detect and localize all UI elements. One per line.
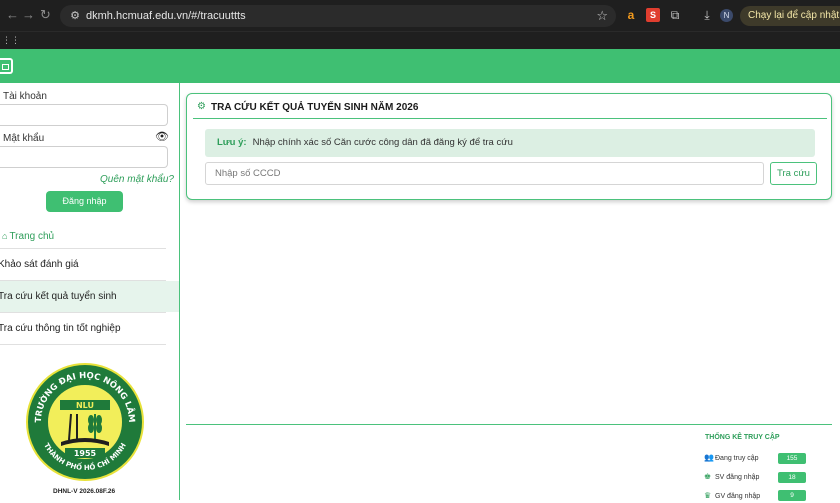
home-link[interactable]: ⌂ Trang chủ — [2, 231, 54, 242]
divider — [0, 344, 166, 345]
stat-label: SV đăng nhập — [715, 474, 760, 481]
download-icon[interactable]: ⤓ — [700, 8, 714, 22]
extensions-puzzle-icon[interactable]: ⧉ — [668, 8, 682, 22]
gear-icon: ⚙ — [197, 101, 206, 112]
account-label: Tài khoản — [3, 91, 47, 102]
red-extension-icon[interactable]: S — [646, 8, 660, 22]
stat-label: Đang truy cập — [715, 455, 759, 462]
stat-value-student-login: 18 — [778, 472, 806, 483]
notice-label: Lưu ý: — [217, 137, 247, 148]
login-button[interactable]: Đăng nhập — [46, 191, 123, 212]
eye-off-icon[interactable]: 👁 — [155, 130, 169, 143]
site-info-icon[interactable]: ⚙ — [68, 9, 82, 23]
admission-lookup-card: ⚙ TRA CỨU KẾT QUẢ TUYỂN SINH NĂM 2026 Lư… — [186, 93, 832, 200]
stat-row-student-login: ♚ SV đăng nhập — [704, 472, 759, 484]
search-button[interactable]: Tra cứu — [770, 162, 817, 185]
address-bar[interactable]: ⚙ dkmh.hcmuaf.edu.vn/#/tracuuttts ☆ — [60, 5, 616, 27]
title-divider — [193, 118, 827, 119]
page-title: TRA CỨU KẾT QUẢ TUYỂN SINH NĂM 2026 — [211, 102, 419, 113]
sidebar-item-admission-results[interactable]: Tra cứu kết quả tuyển sinh — [0, 281, 179, 312]
update-button[interactable]: Chạy lại để cập nhật — [740, 6, 840, 26]
browser-toolbar: ← → ↻ ⚙ dkmh.hcmuaf.edu.vn/#/tracuuttts … — [0, 0, 840, 31]
home-label: Trang chủ — [9, 231, 55, 242]
account-input[interactable] — [0, 104, 168, 126]
bookmark-star-icon[interactable]: ☆ — [596, 8, 608, 24]
url-text[interactable]: dkmh.hcmuaf.edu.vn/#/tracuuttts — [86, 9, 246, 23]
sidebar-toggle-icon[interactable] — [0, 58, 13, 74]
stat-value-online: 155 — [778, 453, 806, 464]
stats-title: THỐNG KÊ TRUY CẬP — [705, 434, 780, 441]
password-input[interactable] — [0, 146, 168, 168]
sidebar-item-survey[interactable]: Khảo sát đánh giá — [0, 249, 179, 280]
cccd-input[interactable]: Nhập số CCCD — [205, 162, 764, 185]
home-icon: ⌂ — [2, 231, 8, 241]
sidebar-item-label: Tra cứu kết quả tuyển sinh — [0, 291, 117, 302]
reload-icon[interactable]: ↻ — [40, 8, 51, 22]
logo-year: 1955 — [74, 449, 97, 458]
forgot-password-link[interactable]: Quên mật khẩu? — [100, 174, 174, 185]
site-header — [0, 49, 840, 83]
logo-abbr: NLU — [76, 401, 94, 410]
stat-value-teacher-login: 9 — [778, 490, 806, 501]
university-logo: TRƯỜNG ĐẠI HỌC NÔNG LÂM THÀNH PHỐ HỒ CHÍ… — [26, 363, 144, 481]
apps-grid-icon[interactable]: ⋮⋮ — [2, 35, 20, 45]
stat-label: GV đăng nhập — [715, 493, 761, 500]
stat-row-teacher-login: ♛ GV đăng nhập — [704, 491, 760, 503]
notice-box: Lưu ý: Nhập chính xác số Căn cước công dâ… — [205, 129, 815, 157]
profile-avatar[interactable]: N — [720, 9, 733, 22]
sidebar-item-label: Tra cứu thông tin tốt nghiệp — [0, 323, 121, 334]
student-icon: ♚ — [704, 472, 712, 481]
password-label: Mật khẩu — [3, 133, 45, 144]
back-icon[interactable]: ← — [6, 8, 19, 22]
bookmarks-bar: ⋮⋮ — [0, 31, 840, 49]
amazon-extension-icon[interactable]: a — [624, 8, 638, 22]
sidebar-item-label: Khảo sát đánh giá — [0, 259, 79, 270]
notice-text: Nhập chính xác số Căn cước công dân đã đ… — [252, 137, 513, 148]
teacher-icon: ♛ — [704, 491, 712, 500]
stat-row-online: 👥Đang truy cập — [704, 453, 759, 465]
users-icon: 👥 — [704, 453, 714, 462]
footer-divider — [186, 424, 832, 425]
sidebar-item-graduation-info[interactable]: Tra cứu thông tin tốt nghiệp — [0, 313, 179, 344]
version-label: DHNL-V 2026.08F.26 — [53, 488, 116, 495]
forward-icon[interactable]: → — [22, 8, 35, 22]
